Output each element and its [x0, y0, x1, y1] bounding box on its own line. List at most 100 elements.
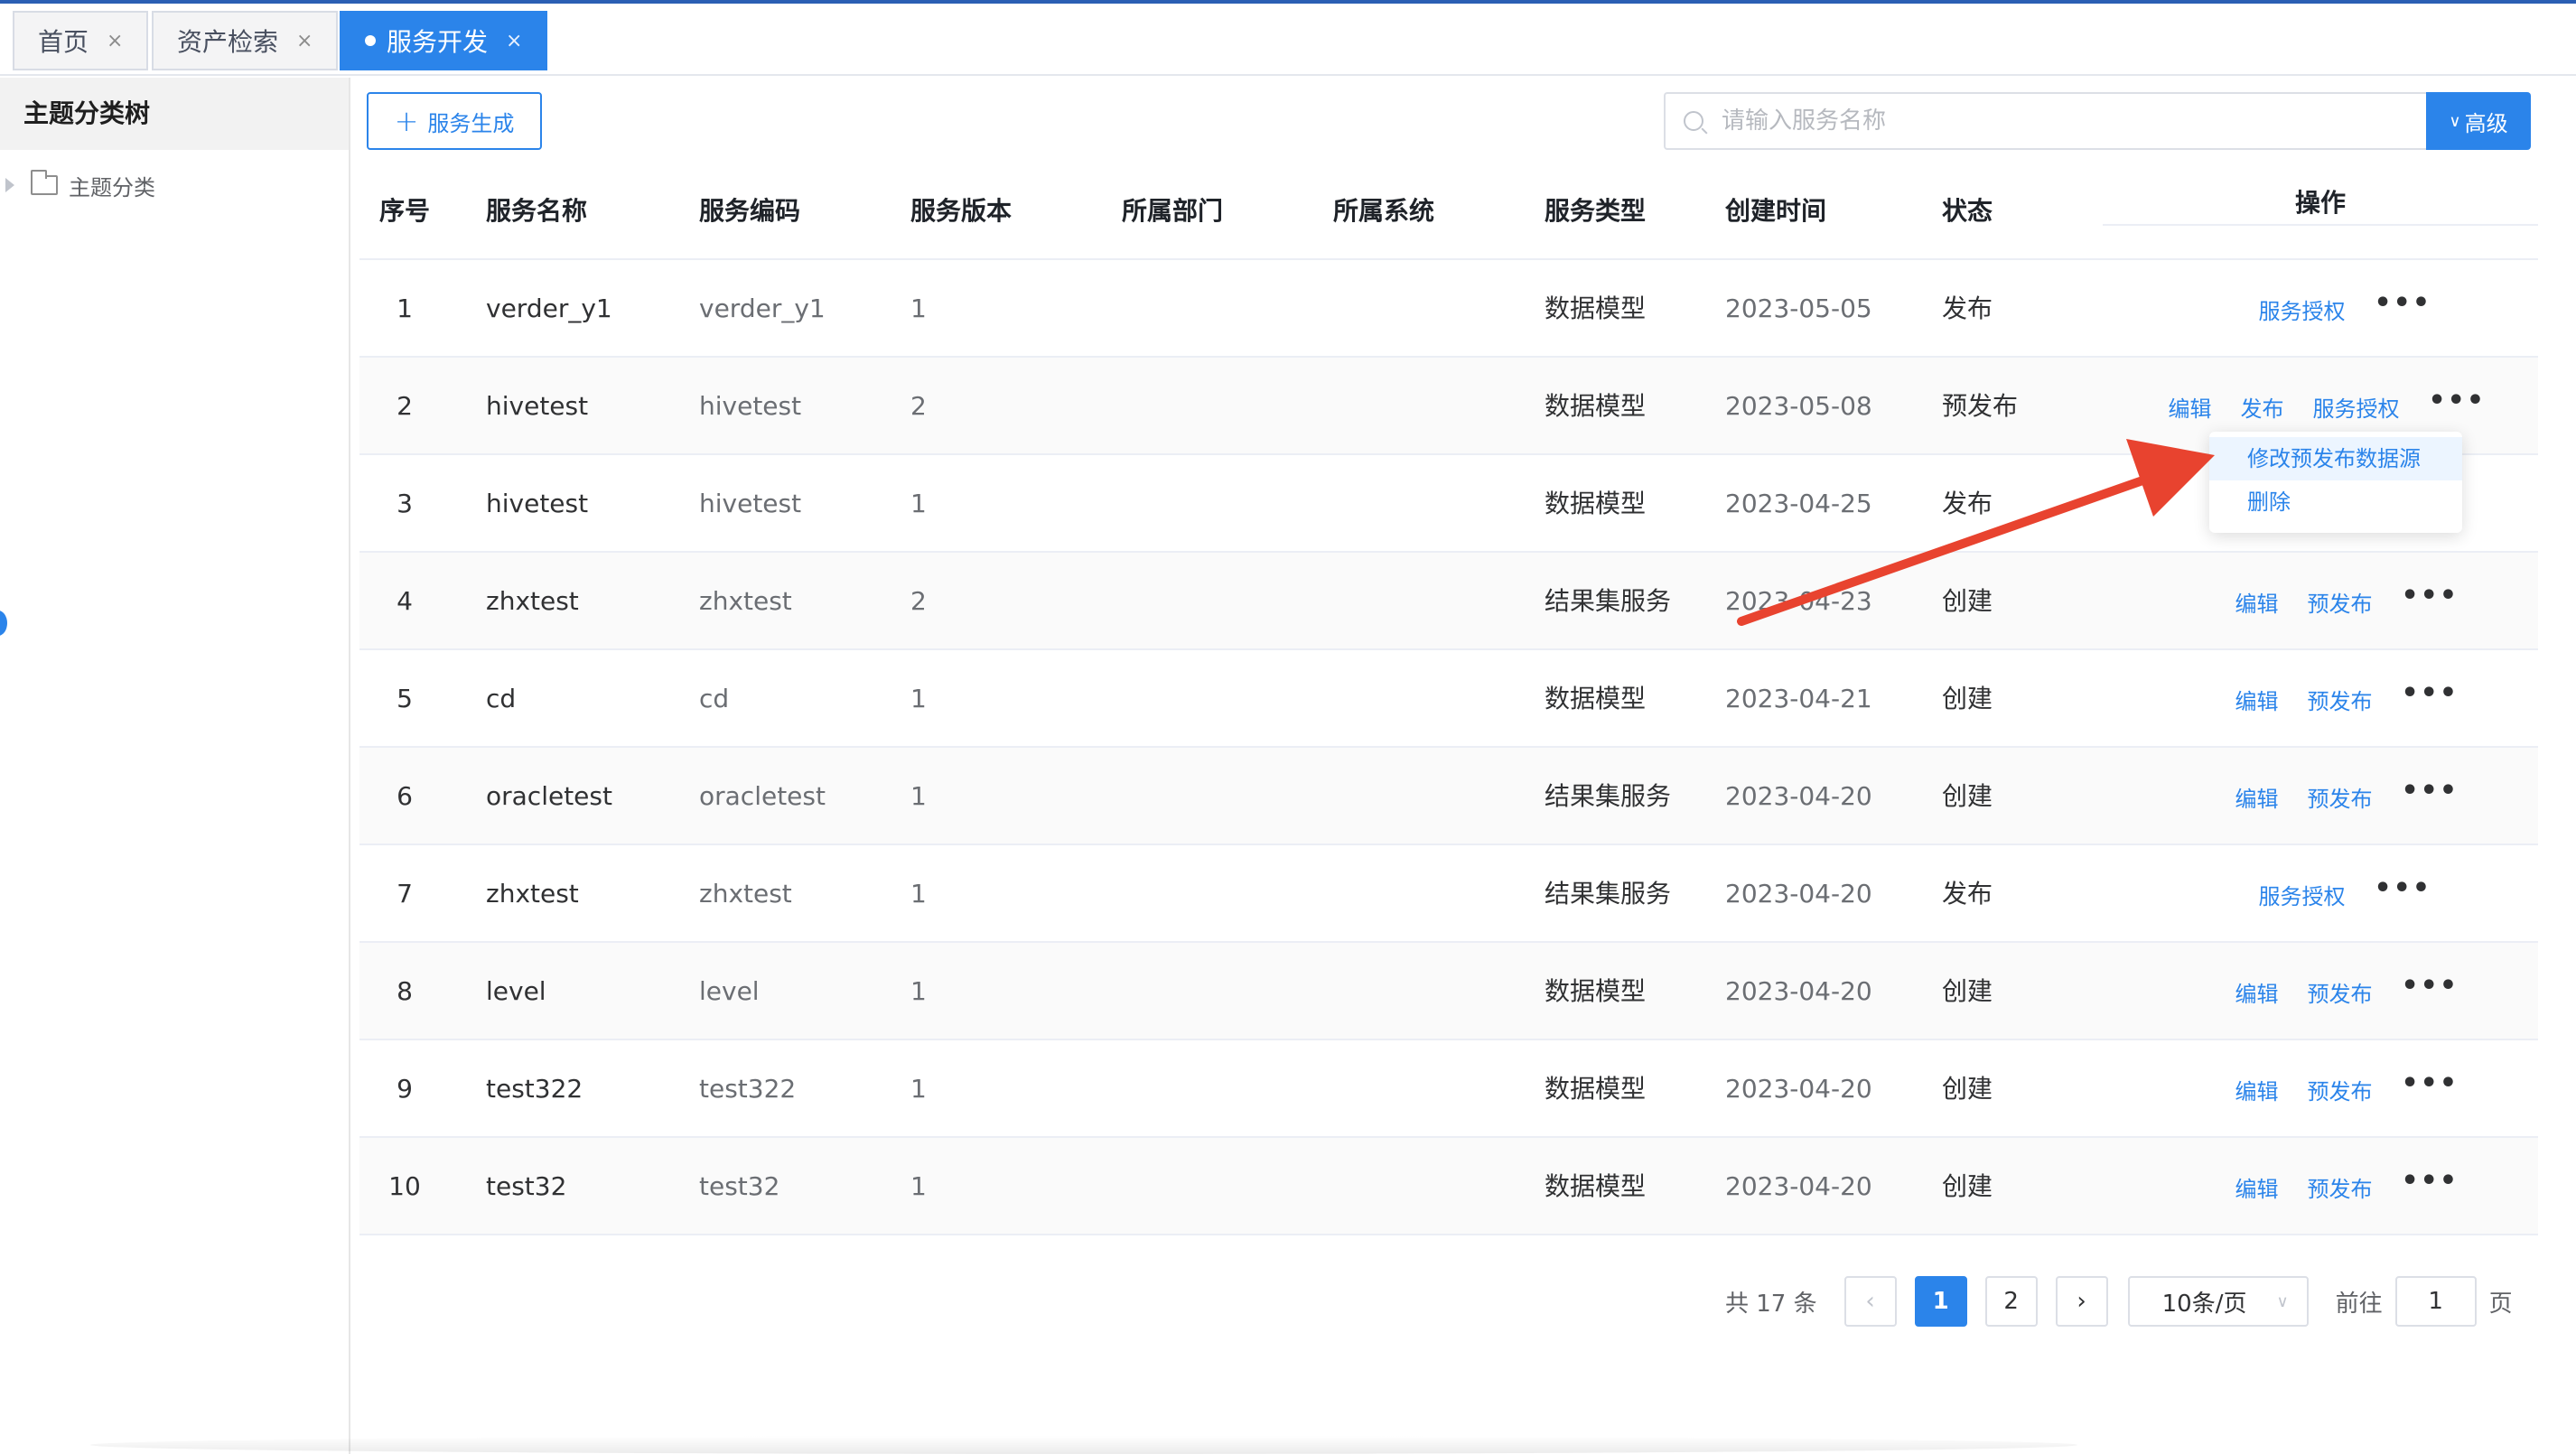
tab-home[interactable]: 首页 ×: [13, 11, 149, 70]
header-index: 序号: [379, 196, 431, 226]
page-suffix: 页: [2488, 1290, 2513, 1318]
more-icon[interactable]: •••: [2428, 387, 2486, 415]
cell-created: 2023-05-08: [1725, 391, 1872, 421]
prev-page-button[interactable]: ‹: [1843, 1276, 1897, 1327]
page-1-button[interactable]: 1: [1914, 1276, 1967, 1327]
plus-icon: +: [394, 104, 419, 138]
table-row: 1 verder_y1 verder_y1 1 数据模型 2023-05-05 发布 服务授权…: [359, 260, 2538, 358]
tab-asset-search[interactable]: 资产检索 ×: [152, 11, 339, 70]
action-link[interactable]: 编辑: [2235, 1171, 2278, 1203]
service-table: 序号 服务名称 服务编码 服务版本 所属部门 所属系统 服务类型 创建时间 状态…: [359, 163, 2538, 1235]
action-link[interactable]: 编辑: [2168, 391, 2211, 423]
cell-created: 2023-04-25: [1725, 489, 1872, 518]
service-generate-button[interactable]: + 服务生成: [367, 92, 542, 150]
close-icon[interactable]: ×: [296, 30, 313, 52]
cell-type: 数据模型: [1545, 1171, 1647, 1201]
menu-item-edit-prerelease-datasource[interactable]: 修改预发布数据源: [2209, 437, 2462, 480]
search-input[interactable]: [1722, 96, 2426, 146]
more-icon[interactable]: •••: [2401, 583, 2459, 610]
action-link[interactable]: 预发布: [2307, 1171, 2372, 1203]
cell-name: zhxtest: [486, 879, 579, 909]
row-actions: 编辑 预发布 •••: [1996, 650, 2538, 748]
cell-index: 6: [397, 781, 413, 811]
action-link[interactable]: 服务授权: [2258, 294, 2345, 325]
more-actions-dropdown: 修改预发布数据源 删除: [2209, 432, 2462, 533]
tree-node-topic-category[interactable]: 主题分类: [5, 164, 155, 206]
advanced-button[interactable]: ∨ 高级: [2426, 92, 2531, 150]
cell-status: 创建: [1942, 1074, 1993, 1104]
table-row: 10 test32 test32 1 数据模型 2023-04-20 创建 编辑 预发布 •••: [359, 1138, 2538, 1235]
action-link[interactable]: 编辑: [2235, 781, 2278, 813]
cell-name: cd: [486, 684, 517, 713]
table-row: 9 test322 test322 1 数据模型 2023-04-20 创建 编辑 预发布 •••: [359, 1040, 2538, 1138]
total-count: 共 17 条: [1725, 1290, 1817, 1318]
cell-name: oracletest: [486, 781, 612, 811]
more-icon[interactable]: •••: [2401, 973, 2459, 1000]
tab-bar: 首页 × 资产检索 × 服务开发 ×: [0, 4, 2576, 76]
action-link[interactable]: 编辑: [2235, 1074, 2278, 1105]
cell-name: test32: [486, 1171, 567, 1201]
action-link[interactable]: 编辑: [2235, 976, 2278, 1008]
cell-code: hivetest: [699, 391, 802, 421]
more-icon[interactable]: •••: [2401, 1070, 2459, 1097]
cell-index: 7: [397, 879, 413, 909]
table-row: 7 zhxtest zhxtest 1 结果集服务 2023-04-20 发布 服务授权 •••: [359, 845, 2538, 943]
table-row: 8 level level 1 数据模型 2023-04-20 创建 编辑 预发布 •••: [359, 943, 2538, 1040]
page-size-select[interactable]: 10条/页 ∨: [2127, 1276, 2309, 1327]
cell-code: test322: [699, 1074, 797, 1104]
cell-type: 数据模型: [1545, 489, 1647, 518]
more-icon[interactable]: •••: [2401, 778, 2459, 805]
next-page-button[interactable]: ›: [2055, 1276, 2108, 1327]
header-ops: 操作: [2103, 181, 2538, 226]
tab-label: 资产检索: [177, 27, 279, 57]
active-dot-icon: [365, 35, 376, 46]
chevron-down-icon: ∨: [2276, 1291, 2289, 1311]
more-icon[interactable]: •••: [2374, 290, 2431, 317]
cell-version: 1: [910, 976, 927, 1006]
row-actions: 编辑 预发布 •••: [1996, 1040, 2538, 1138]
cell-version: 1: [910, 294, 927, 323]
close-icon[interactable]: ×: [506, 30, 522, 52]
page-2-button[interactable]: 2: [1984, 1276, 2038, 1327]
table-row: 6 oracletest oracletest 1 结果集服务 2023-04-20 创建编…: [359, 748, 2538, 845]
cell-index: 8: [397, 976, 413, 1006]
cell-status: 发布: [1942, 489, 1993, 518]
cell-version: 1: [910, 684, 927, 713]
more-icon[interactable]: •••: [2401, 1168, 2459, 1195]
caret-right-icon[interactable]: [5, 178, 14, 192]
row-actions: 编辑 预发布 •••: [1996, 553, 2538, 650]
table-body: 1 verder_y1 verder_y1 1 数据模型 2023-05-05 发布 服务授权…: [359, 260, 2538, 1235]
action-link[interactable]: 服务授权: [2312, 391, 2399, 423]
action-link[interactable]: 编辑: [2235, 586, 2278, 618]
action-link[interactable]: 预发布: [2307, 976, 2372, 1008]
cell-name: zhxtest: [486, 586, 579, 616]
more-icon[interactable]: •••: [2401, 680, 2459, 707]
cell-index: 2: [397, 391, 413, 421]
cell-code: test32: [699, 1171, 780, 1201]
close-icon[interactable]: ×: [107, 30, 123, 52]
action-link[interactable]: 预发布: [2307, 586, 2372, 618]
more-icon[interactable]: •••: [2374, 875, 2431, 902]
goto-page-input[interactable]: [2394, 1276, 2477, 1327]
sidebar: 主题分类树 主题分类: [0, 78, 350, 1454]
cell-status: 创建: [1942, 586, 1993, 616]
action-link[interactable]: 预发布: [2307, 684, 2372, 715]
action-link[interactable]: 服务授权: [2258, 879, 2345, 910]
cell-type: 结果集服务: [1545, 586, 1672, 616]
header-dept: 所属部门: [1122, 196, 1224, 226]
row-actions: 编辑 预发布 •••: [1996, 748, 2538, 845]
action-link[interactable]: 发布: [2240, 391, 2283, 423]
action-link[interactable]: 预发布: [2307, 1074, 2372, 1105]
action-link[interactable]: 编辑: [2235, 684, 2278, 715]
cell-name: hivetest: [486, 391, 589, 421]
tree-node-label: 主题分类: [69, 174, 155, 200]
row-actions: 编辑 预发布 •••: [1996, 943, 2538, 1040]
cell-created: 2023-04-20: [1725, 1171, 1872, 1201]
cell-status: 创建: [1942, 1171, 1993, 1201]
cell-version: 1: [910, 781, 927, 811]
menu-item-delete[interactable]: 删除: [2209, 480, 2462, 524]
cell-version: 2: [910, 586, 927, 616]
row-actions: 服务授权 •••: [1996, 260, 2538, 358]
tab-service-dev[interactable]: 服务开发 ×: [340, 11, 548, 70]
action-link[interactable]: 预发布: [2307, 781, 2372, 813]
